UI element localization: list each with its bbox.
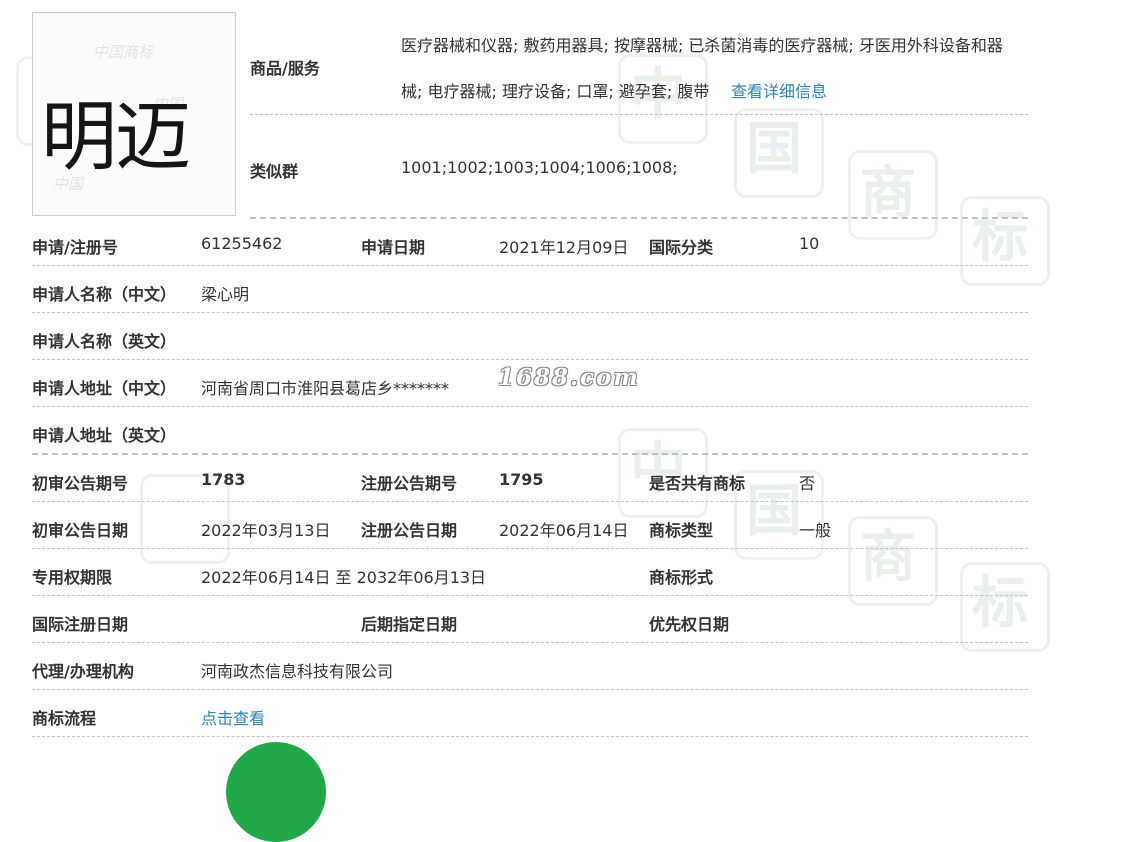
divider: [32, 595, 1028, 596]
divider: [32, 642, 1028, 643]
site-watermark: 1688.com: [498, 364, 640, 391]
green-logo-button[interactable]: [226, 742, 326, 842]
process-label: 商标流程: [32, 709, 97, 728]
shared-value: 否: [799, 474, 816, 493]
reg-notice-date-label: 注册公告日期: [361, 521, 458, 540]
divider: [32, 359, 1028, 360]
goods-label: 商品/服务: [250, 59, 320, 78]
mark-type-value: 一般: [799, 521, 832, 540]
address-en-label: 申请人地址（英文）: [32, 426, 177, 445]
watermark-char: 国: [746, 479, 802, 544]
divider: [32, 501, 1028, 502]
divider: [250, 217, 1028, 219]
term-label: 专用权期限: [32, 568, 113, 587]
prelim-date-value: 2022年03月13日: [201, 521, 331, 540]
goods-line-1: 医疗器械和仪器; 敷药用器具; 按摩器械; 已杀菌消毒的医疗器械; 牙医用外科设…: [401, 36, 1003, 55]
priority-date-label: 优先权日期: [649, 615, 730, 634]
apply-date-label: 申请日期: [361, 238, 426, 257]
later-date-label: 后期指定日期: [361, 615, 458, 634]
reg-notice-no-label: 注册公告期号: [361, 474, 458, 493]
applicant-cn-value: 梁心明: [201, 285, 250, 304]
reg-notice-date-value: 2022年06月14日: [499, 521, 629, 540]
applicant-en-label: 申请人名称（英文）: [32, 332, 177, 351]
divider: [32, 406, 1028, 407]
intl-reg-date-label: 国际注册日期: [32, 615, 129, 634]
apply-date-value: 2021年12月09日: [499, 238, 629, 257]
watermark-char: 商: [860, 161, 916, 226]
trademark-image: 中国商标 中国 中国 明迈: [32, 12, 236, 216]
prelim-date-label: 初审公告日期: [32, 521, 129, 540]
watermark-char: 标: [972, 571, 1028, 636]
process-view-link[interactable]: 点击查看: [201, 705, 265, 729]
address-cn-value: 河南省周口市淮阳县葛店乡*******: [201, 379, 450, 398]
term-value: 2022年06月14日 至 2032年06月13日: [201, 568, 487, 587]
goods-line-2: 械; 电疗器械; 理疗设备; 口罩; 避孕套; 腹带: [401, 82, 710, 101]
mark-form-label: 商标形式: [649, 568, 714, 587]
similar-group-value: 1001;1002;1003;1004;1006;1008;: [401, 158, 678, 177]
agent-value: 河南政杰信息科技有限公司: [201, 662, 394, 681]
address-cn-label: 申请人地址（中文）: [32, 379, 177, 398]
logo-watermark-text: 中国商标: [93, 43, 154, 61]
divider: [32, 736, 1028, 737]
trademark-name: 明迈: [41, 92, 191, 181]
divider: [250, 114, 1028, 115]
divider: [32, 312, 1028, 313]
watermark-char: 国: [746, 117, 802, 182]
divider: [32, 265, 1028, 266]
divider: [32, 453, 1028, 455]
watermark-char: 商: [860, 525, 916, 590]
intl-class-value: 10: [799, 234, 820, 253]
reg-no-value: 61255462: [201, 234, 283, 253]
intl-class-label: 国际分类: [649, 238, 714, 257]
mark-type-label: 商标类型: [649, 521, 714, 540]
goods-detail-link[interactable]: 查看详细信息: [731, 78, 827, 102]
divider: [32, 689, 1028, 690]
reg-notice-no-value: 1795: [499, 470, 544, 489]
prelim-no-label: 初审公告期号: [32, 474, 129, 493]
similar-group-label: 类似群: [250, 162, 299, 181]
shared-label: 是否共有商标: [649, 474, 746, 493]
applicant-cn-label: 申请人名称（中文）: [32, 285, 177, 304]
reg-no-label: 申请/注册号: [32, 238, 118, 257]
agent-label: 代理/办理机构: [32, 662, 134, 681]
prelim-no-value: 1783: [201, 470, 246, 489]
divider: [32, 548, 1028, 549]
